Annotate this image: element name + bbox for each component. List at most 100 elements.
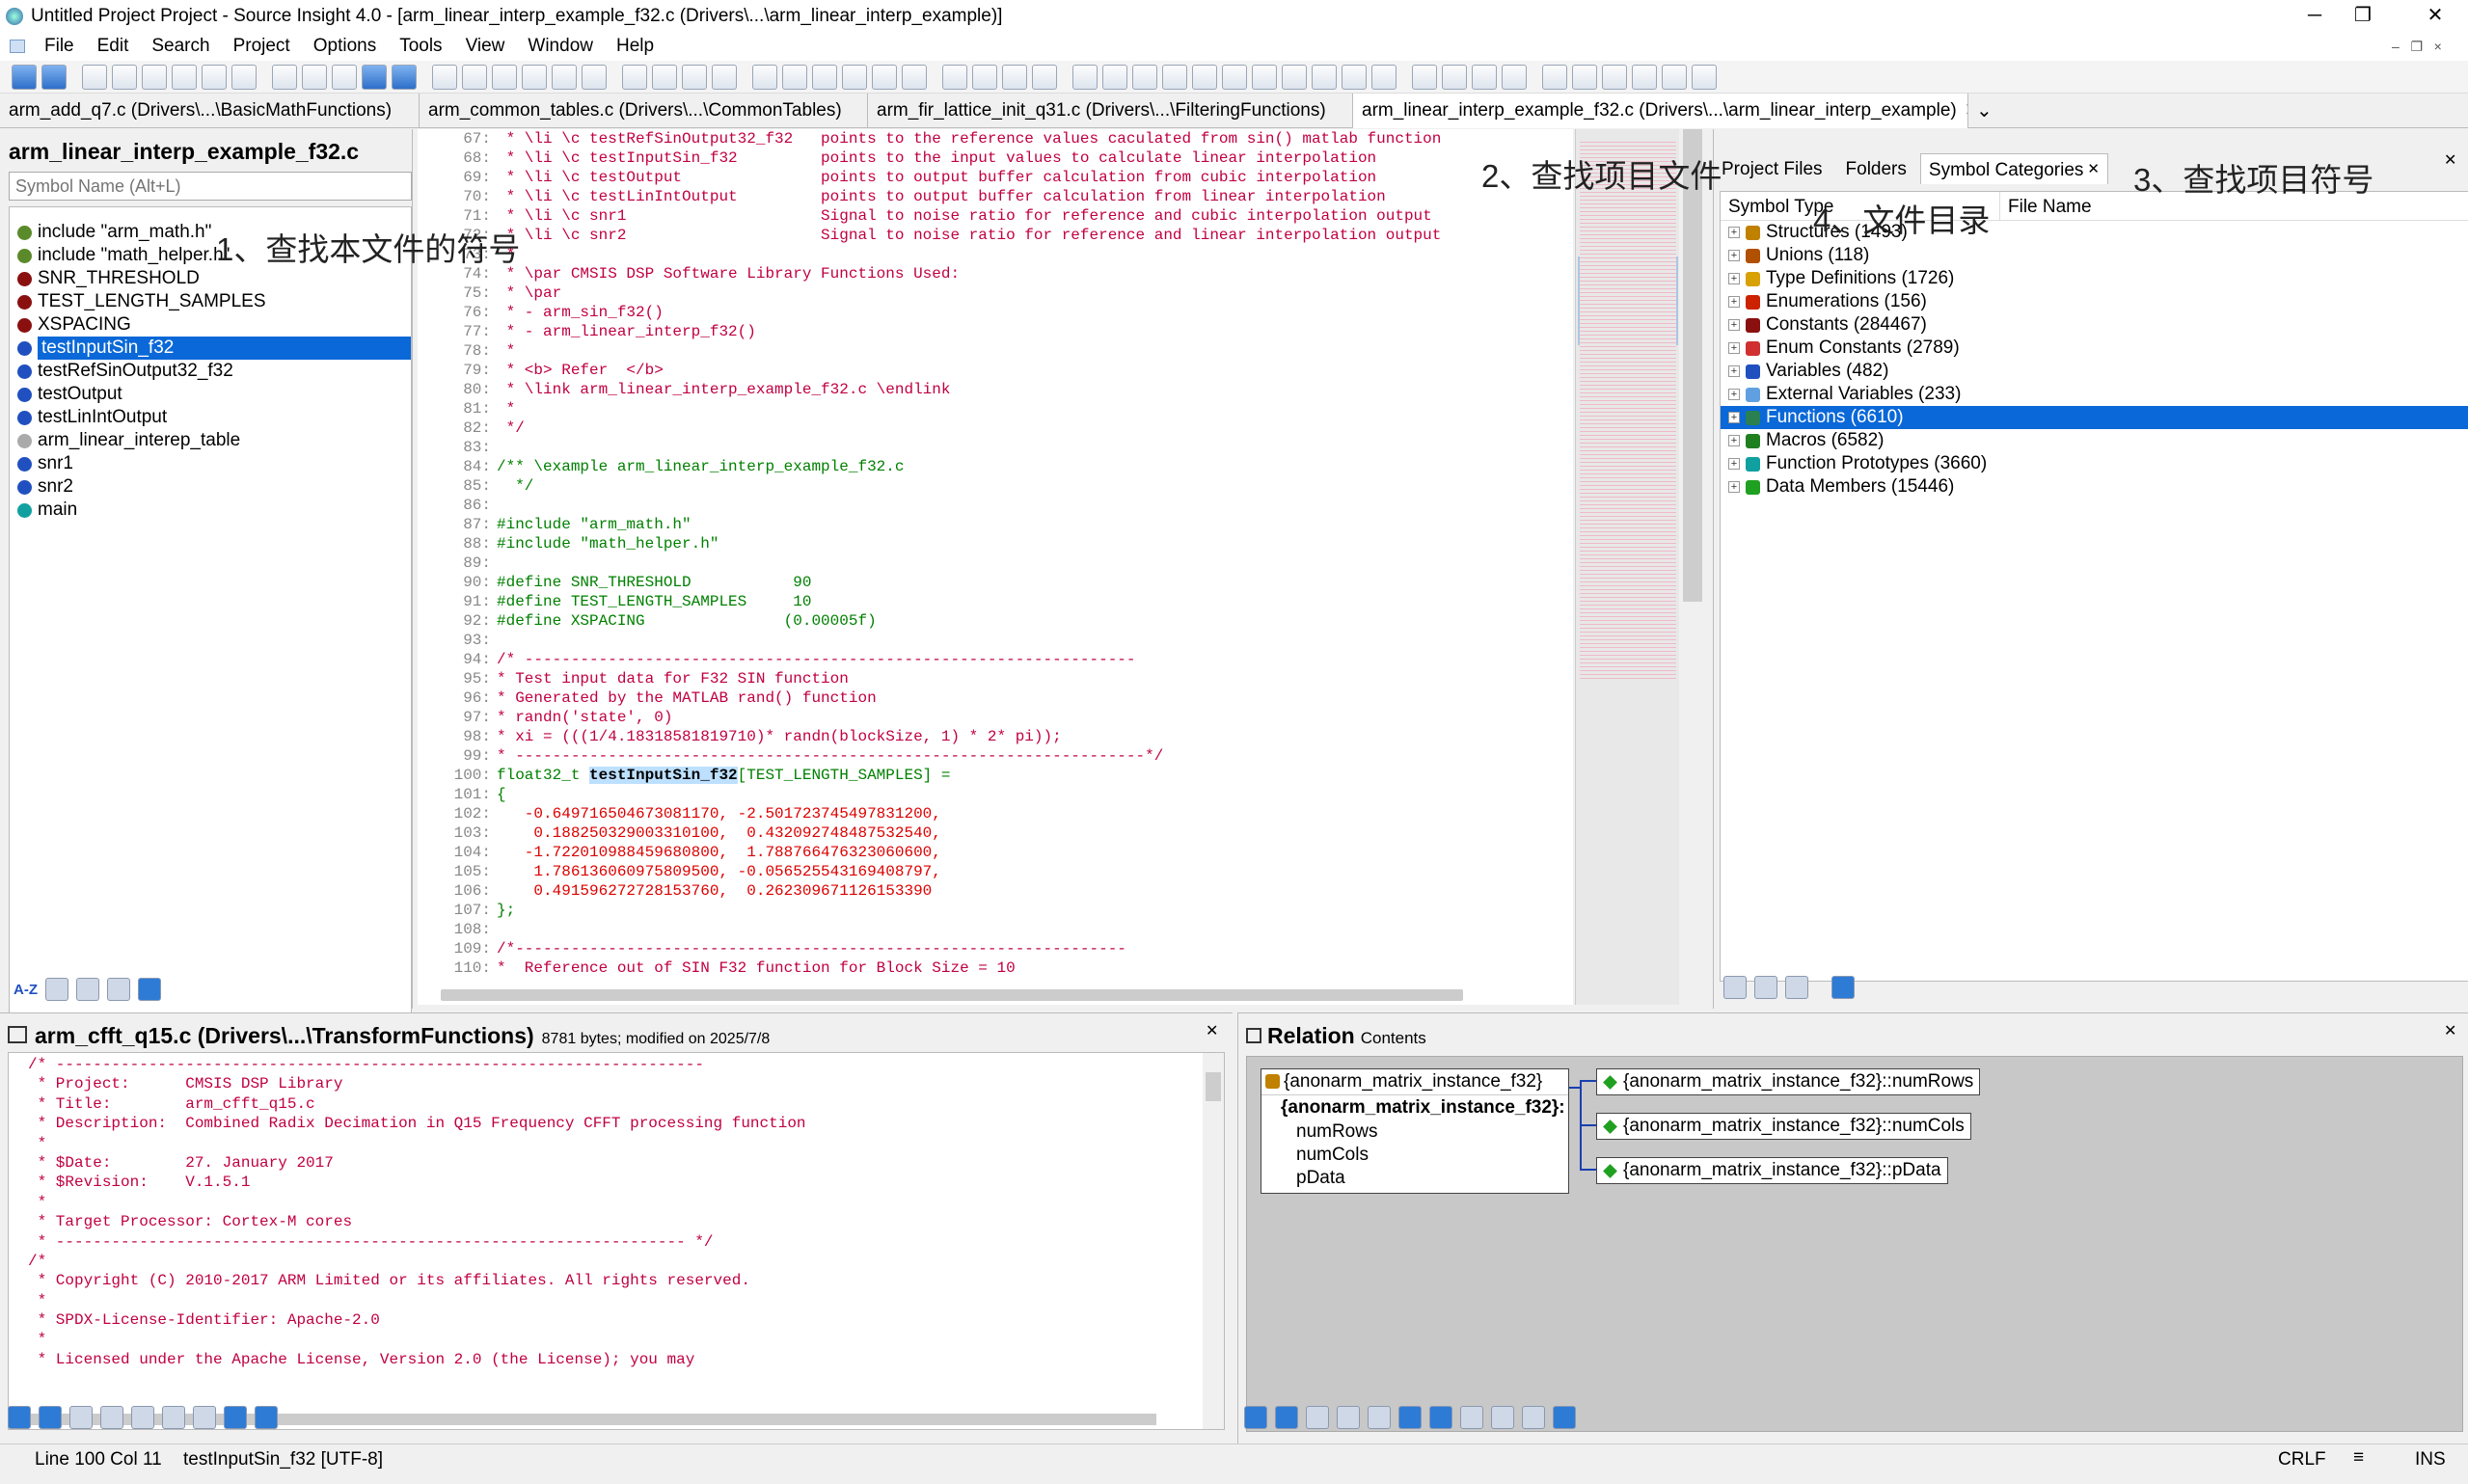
expand-icon[interactable]: +	[1728, 250, 1740, 261]
search-results-icon[interactable]	[1252, 64, 1277, 90]
symbol-category-item[interactable]: + Type Definitions (1726)	[1721, 267, 2468, 290]
status-menu-icon[interactable]: ≡	[2353, 1447, 2364, 1469]
print-icon[interactable]	[231, 64, 257, 90]
symbol-category-item[interactable]: + Enumerations (156)	[1721, 290, 2468, 313]
editor-hscrollbar[interactable]	[441, 989, 1463, 1001]
menu-window[interactable]: Window	[516, 36, 605, 57]
project-icon[interactable]	[842, 64, 867, 90]
format-b-icon[interactable]	[1572, 64, 1597, 90]
sync-icon[interactable]	[872, 64, 897, 90]
expand-icon[interactable]: +	[1728, 365, 1740, 377]
goto-line-icon[interactable]	[682, 64, 707, 90]
relation-target-numrows[interactable]: {anonarm_matrix_instance_f32}::numRows	[1596, 1068, 1981, 1095]
expand-icon[interactable]: +	[1728, 296, 1740, 308]
symbol-category-item[interactable]: + Unions (118)	[1721, 244, 2468, 267]
format-d-icon[interactable]	[1632, 64, 1657, 90]
forward-icon[interactable]	[41, 64, 67, 90]
symbol-category-item[interactable]: + Functions (6610)	[1721, 406, 2468, 429]
tab-arm-linear-interp-example[interactable]: arm_linear_interp_example_f32.c (Drivers…	[1353, 94, 1968, 128]
expand-icon[interactable]: +	[1728, 319, 1740, 331]
context-window-icon[interactable]	[1162, 64, 1187, 90]
book-icon[interactable]	[107, 978, 130, 1001]
refresh-icon[interactable]	[1429, 1406, 1452, 1429]
overview-minimap[interactable]	[1575, 129, 1679, 1005]
format-a-icon[interactable]	[1542, 64, 1567, 90]
symbol-category-item[interactable]: + Data Members (15446)	[1721, 475, 2468, 499]
symbol-list-item[interactable]: snr1	[10, 452, 411, 475]
context-close-button[interactable]: ✕	[1206, 1021, 1218, 1040]
sort-az-button[interactable]: A-Z	[14, 982, 38, 998]
symbol-category-item[interactable]: + Enum Constants (2789)	[1721, 337, 2468, 360]
tab-overflow-icon[interactable]: ⌄	[1976, 94, 1993, 127]
sync-icon[interactable]	[1368, 1406, 1391, 1429]
expand-icon[interactable]: +	[1728, 342, 1740, 354]
tab-close-icon[interactable]: ✕	[1965, 94, 1967, 128]
close-button[interactable]: ✕	[2406, 0, 2464, 32]
project-icon[interactable]	[1723, 976, 1747, 999]
expand-icon[interactable]: +	[1728, 412, 1740, 423]
sync-icon[interactable]	[162, 1406, 185, 1429]
menu-file[interactable]: File	[33, 36, 86, 57]
tree-icon[interactable]	[1342, 64, 1367, 90]
refresh-icon[interactable]	[902, 64, 927, 90]
new-window-icon[interactable]	[100, 1406, 123, 1429]
expand-icon[interactable]: +	[1728, 481, 1740, 493]
context-code[interactable]: /* -------------------------------------…	[8, 1052, 1225, 1430]
menu-help[interactable]: Help	[605, 36, 665, 57]
symbol-list-item[interactable]: arm_linear_interep_table	[10, 429, 411, 452]
menu-project[interactable]: Project	[222, 36, 302, 57]
symbol-list-item[interactable]: snr2	[10, 475, 411, 499]
symbol-info-icon[interactable]	[712, 64, 737, 90]
library-icon[interactable]	[812, 64, 837, 90]
context-vscrollbar[interactable]	[1203, 1053, 1224, 1429]
member-numrows[interactable]: numRows	[1261, 1120, 1568, 1144]
symbol-category-item[interactable]: + Macros (6582)	[1721, 429, 2468, 452]
member-numcols[interactable]: numCols	[1261, 1144, 1568, 1167]
tile-icon[interactable]	[1371, 64, 1397, 90]
symbol-window-icon[interactable]	[1102, 64, 1127, 90]
save-all-icon[interactable]	[172, 64, 197, 90]
open-icon[interactable]	[112, 64, 137, 90]
zoom-in-icon[interactable]	[1412, 64, 1437, 90]
forward-icon[interactable]	[1275, 1406, 1298, 1429]
lookup-icon[interactable]	[582, 64, 607, 90]
symbol-category-item[interactable]: + Function Prototypes (3660)	[1721, 452, 2468, 475]
browse-icon[interactable]	[752, 64, 777, 90]
editor-vscrollbar[interactable]	[1679, 129, 1706, 1005]
clip-window-icon[interactable]	[1192, 64, 1217, 90]
project-window-close[interactable]: ✕	[2444, 150, 2456, 170]
lock-icon[interactable]	[224, 1406, 247, 1429]
member-pdata[interactable]: pData	[1261, 1167, 1568, 1190]
outline-icon[interactable]	[1312, 64, 1337, 90]
find-prev-icon[interactable]	[492, 64, 517, 90]
copy-icon[interactable]	[302, 64, 327, 90]
layout3-icon[interactable]	[1002, 64, 1027, 90]
expand-icon[interactable]: +	[1728, 273, 1740, 284]
graph-horizontal-icon[interactable]	[1491, 1406, 1514, 1429]
sync-icon[interactable]	[1785, 976, 1808, 999]
book-icon[interactable]	[131, 1406, 154, 1429]
paste-icon[interactable]	[332, 64, 357, 90]
maximize-button[interactable]: ❐	[2334, 0, 2392, 32]
tab-arm-add-q7[interactable]: arm_add_q7.c (Drivers\...\BasicMathFunct…	[0, 94, 420, 128]
relation-target-numcols[interactable]: {anonarm_matrix_instance_f32}::numCols	[1596, 1113, 1971, 1140]
back-icon[interactable]	[12, 64, 37, 90]
graph-vertical-icon[interactable]	[1522, 1406, 1545, 1429]
menu-options[interactable]: Options	[302, 36, 388, 57]
save-icon[interactable]	[142, 64, 167, 90]
bookmark-icon[interactable]	[652, 64, 677, 90]
symbol-list-item[interactable]: XSPACING	[10, 313, 411, 337]
list-view-icon[interactable]	[45, 978, 68, 1001]
relation-graph[interactable]: {anonarm_matrix_instance_f32} {anonarm_m…	[1246, 1056, 2463, 1432]
back-icon[interactable]	[1244, 1406, 1267, 1429]
symbol-category-item[interactable]: + Constants (284467)	[1721, 313, 2468, 337]
status-eol[interactable]: CRLF	[2278, 1449, 2326, 1471]
book-icon[interactable]	[782, 64, 807, 90]
format-f-icon[interactable]	[1692, 64, 1717, 90]
tab-close-icon[interactable]: ✕	[2087, 160, 2100, 184]
back-icon[interactable]	[8, 1406, 31, 1429]
tab-arm-common-tables[interactable]: arm_common_tables.c (Drivers\...\CommonT…	[420, 94, 868, 128]
redo-icon[interactable]	[392, 64, 417, 90]
relation-window-icon[interactable]	[1132, 64, 1157, 90]
menu-edit[interactable]: Edit	[86, 36, 141, 57]
